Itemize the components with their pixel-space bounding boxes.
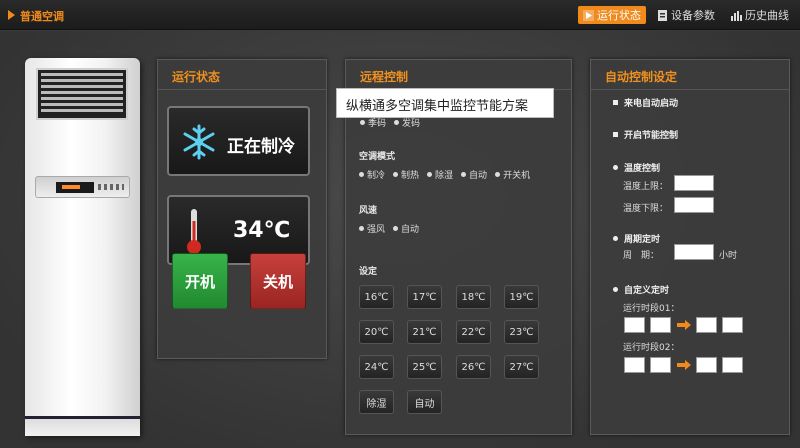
- period-label: 周 期：: [623, 251, 660, 261]
- temp-button-19[interactable]: 19℃: [504, 285, 539, 309]
- temp-button-25[interactable]: 25℃: [407, 355, 442, 379]
- nav-history-curve[interactable]: 历史曲线: [726, 6, 794, 24]
- temp-button-23[interactable]: 23℃: [504, 320, 539, 344]
- checkbox[interactable]: [613, 132, 618, 137]
- temp-lower-label: 温度下限：: [623, 204, 669, 214]
- mode-option-dry[interactable]: 除湿: [427, 168, 453, 181]
- play-icon: [8, 10, 15, 20]
- temp-lower-input[interactable]: [674, 197, 714, 213]
- temp-control-option[interactable]: 温度控制: [613, 161, 660, 174]
- run-period1-label: 运行时段01：: [623, 304, 680, 314]
- temperature-value: 34℃: [233, 218, 291, 243]
- temp-button-24[interactable]: 24℃: [359, 355, 394, 379]
- temp-button-17[interactable]: 17℃: [407, 285, 442, 309]
- period2-end-min[interactable]: [722, 357, 743, 373]
- run-period2-label: 运行时段02：: [623, 343, 680, 353]
- temp-upper-label: 温度上限：: [623, 182, 669, 192]
- temp-upper-input[interactable]: [674, 175, 714, 191]
- top-bar: 普通空调 运行状态 设备参数 历史曲线: [0, 0, 800, 30]
- power-on-button[interactable]: 开机: [172, 253, 228, 309]
- mode-option-cool[interactable]: 制冷: [359, 168, 385, 181]
- temp-button-16[interactable]: 16℃: [359, 285, 394, 309]
- mode-status-tile: 正在制冷: [167, 106, 310, 176]
- nav-label: 历史曲线: [745, 9, 789, 22]
- dry-button[interactable]: 除湿: [359, 390, 394, 414]
- mode-label: 空调模式: [359, 152, 396, 162]
- period1-start-min[interactable]: [650, 317, 671, 333]
- temp-button-22[interactable]: 22℃: [456, 320, 491, 344]
- play-icon: [583, 9, 594, 21]
- period2-start-min[interactable]: [650, 357, 671, 373]
- radio[interactable]: [613, 236, 618, 241]
- mode-option-power[interactable]: 开关机: [495, 168, 530, 181]
- status-panel: 运行状态 正在制冷 34℃: [157, 59, 327, 359]
- mode-option-heat[interactable]: 制热: [393, 168, 419, 181]
- fan-option-strong[interactable]: 强风: [359, 222, 385, 235]
- snowflake-icon: [183, 124, 215, 160]
- period1-start-hour[interactable]: [624, 317, 645, 333]
- nav-device-params[interactable]: 设备参数: [652, 6, 720, 24]
- fan-label: 风速: [359, 206, 378, 216]
- mode-status-text: 正在制冷: [227, 137, 295, 157]
- period2-end-hour[interactable]: [696, 357, 717, 373]
- temp-button-27[interactable]: 27℃: [504, 355, 539, 379]
- fan-option-auto[interactable]: 自动: [393, 222, 419, 235]
- power-off-button[interactable]: 关机: [250, 253, 306, 309]
- remote-panel-title: 远程控制: [360, 70, 409, 84]
- ac-control-panel: [35, 176, 130, 198]
- ac-base: [25, 416, 140, 436]
- nav-label: 运行状态: [597, 9, 641, 22]
- mode-radio-group: 制冷 制热 除湿 自动 开关机: [359, 168, 530, 181]
- bar-chart-icon: [731, 10, 742, 21]
- auto-button[interactable]: 自动: [407, 390, 442, 414]
- temp-button-26[interactable]: 26℃: [456, 355, 491, 379]
- fan-radio-group: 强风 自动: [359, 222, 419, 235]
- auto-panel-title: 自动控制设定: [605, 70, 678, 84]
- status-panel-title: 运行状态: [172, 70, 221, 84]
- period2-start-hour[interactable]: [624, 357, 645, 373]
- doc-icon: [657, 9, 668, 21]
- temp-button-18[interactable]: 18℃: [456, 285, 491, 309]
- period-input[interactable]: [674, 244, 714, 260]
- period-timer-option[interactable]: 周期定时: [613, 232, 660, 245]
- mode-option-auto[interactable]: 自动: [461, 168, 487, 181]
- app-title: 普通空调: [20, 10, 64, 23]
- custom-timer-option[interactable]: 自定义定时: [613, 283, 669, 296]
- temp-button-20[interactable]: 20℃: [359, 320, 394, 344]
- nav-label: 设备参数: [671, 9, 715, 22]
- tooltip: 纵横通多空调集中监控节能方案: [336, 88, 554, 118]
- checkbox[interactable]: [613, 100, 618, 105]
- radio[interactable]: [613, 287, 618, 292]
- set-label: 设定: [359, 267, 378, 277]
- nav-run-status[interactable]: 运行状态: [578, 6, 646, 24]
- power-restore-toggle[interactable]: 来电自动启动: [613, 96, 678, 109]
- period1-end-hour[interactable]: [696, 317, 717, 333]
- top-nav: 运行状态 设备参数 历史曲线: [578, 6, 794, 24]
- thermometer-icon: [187, 209, 201, 254]
- temp-button-21[interactable]: 21℃: [407, 320, 442, 344]
- ac-grill: [36, 68, 128, 120]
- energy-save-toggle[interactable]: 开启节能控制: [613, 128, 678, 141]
- radio[interactable]: [613, 165, 618, 170]
- air-conditioner-image: [25, 58, 140, 436]
- period-unit: 小时: [719, 251, 738, 261]
- period1-end-min[interactable]: [722, 317, 743, 333]
